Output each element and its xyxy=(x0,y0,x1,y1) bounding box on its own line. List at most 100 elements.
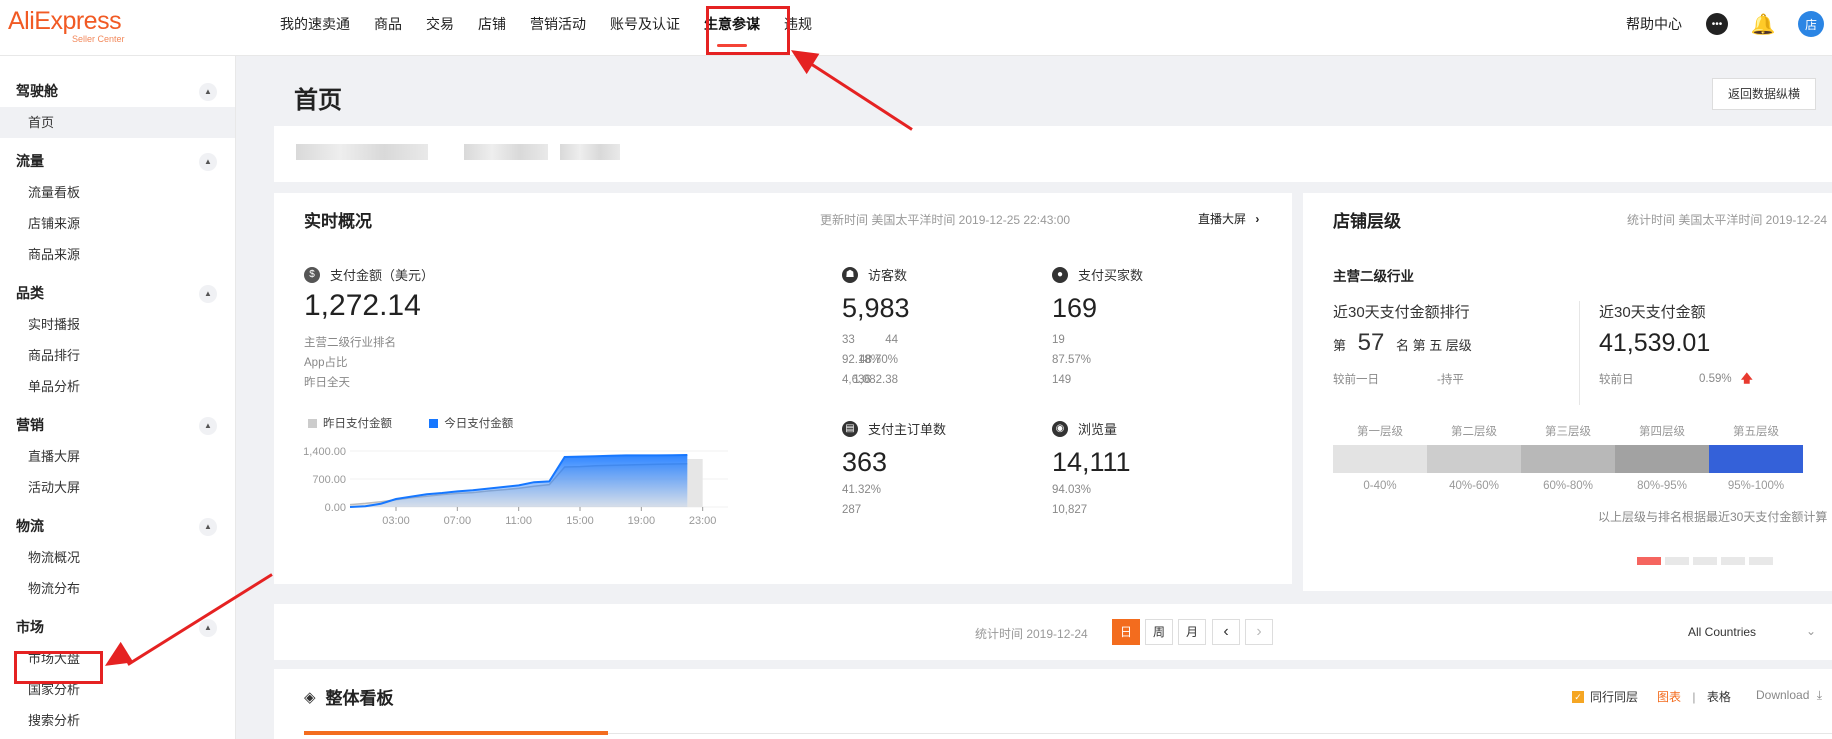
sidebar-group-category[interactable]: 品类 ▲ xyxy=(0,278,235,309)
period-week-button[interactable]: 周 xyxy=(1145,619,1173,645)
chat-icon[interactable]: ••• xyxy=(1706,13,1728,35)
annotation-highlight-sidebar xyxy=(14,651,103,684)
view-table-tab[interactable]: 表格 xyxy=(1707,690,1731,704)
download-icon: ⤓ xyxy=(1816,688,1823,702)
nav-item-account[interactable]: 账号及认证 xyxy=(598,0,692,56)
visitors-value: 5,983 xyxy=(842,293,910,323)
industry-label: 主营二级行业 xyxy=(1333,269,1414,284)
collapse-icon[interactable]: ▲ xyxy=(199,619,217,637)
peer-checkbox-label: 同行同层 xyxy=(1590,690,1639,704)
visitors-label: ☗ 访客数 xyxy=(842,265,907,284)
nav-item-marketing[interactable]: 营销活动 xyxy=(518,0,598,56)
realtime-overview-card: 实时概况 更新时间 美国太平洋时间 2019-12-25 22:43:00 直播… xyxy=(274,193,1292,584)
sidebar-group-logistics[interactable]: 物流 ▲ xyxy=(0,511,235,542)
page-views-label: ◉ 浏览量 xyxy=(1052,419,1117,438)
buyers-value: 169 xyxy=(1052,293,1098,323)
sidebar: 驾驶舱 ▲ 首页 流量 ▲ 流量看板 店铺来源 商品来源 品类 ▲ 实时播报 商品排行… xyxy=(0,56,236,739)
rank-prefix: 第 xyxy=(1333,338,1347,353)
bell-icon[interactable]: 🔔 xyxy=(1751,13,1776,36)
sidebar-group-marketing[interactable]: 营销 ▲ xyxy=(0,410,235,441)
payment-row-key: 昨日全天 xyxy=(304,377,350,389)
sidebar-item-product-rank[interactable]: 商品排行 xyxy=(0,340,235,371)
nav-item-orders[interactable]: 交易 xyxy=(414,0,466,56)
sidebar-group-label: 品类 xyxy=(16,285,44,301)
level-range: 0-40% xyxy=(1363,480,1397,492)
back-to-data-button[interactable]: 返回数据纵横 xyxy=(1712,78,1816,110)
shop-level-stat-time: 统计时间 美国太平洋时间 2019-12-24 xyxy=(1627,213,1828,227)
overall-board-title: 整体看板 xyxy=(325,689,394,708)
shop-level-card: 店铺层级 统计时间 美国太平洋时间 2019-12-24 主营二级行业 近30天… xyxy=(1303,193,1832,591)
payment-row-key: App占比 xyxy=(304,357,348,369)
rank-line: 第 57 名 第 五 层级 xyxy=(1333,329,1472,357)
sidebar-item-product-source[interactable]: 商品来源 xyxy=(0,239,235,270)
nav-item-my-aliexpress[interactable]: 我的速卖通 xyxy=(268,0,362,56)
top-bar: AliExpress Seller Center 我的速卖通 商品 交易 店铺 … xyxy=(0,0,1832,56)
prev-period-button[interactable]: ‹ xyxy=(1212,619,1240,645)
country-select-value: All Countries xyxy=(1688,625,1757,639)
rank-compare-label: 较前一日 xyxy=(1333,374,1379,386)
sidebar-group-label: 营销 xyxy=(16,417,44,433)
level-range: 95%-100% xyxy=(1727,480,1785,492)
carousel-dot[interactable] xyxy=(1721,557,1745,565)
peer-checkbox[interactable]: ✓ 同行同层 xyxy=(1572,688,1638,705)
country-select[interactable]: All Countries ⌄ xyxy=(1688,624,1816,639)
store-avatar-icon[interactable]: 店 xyxy=(1798,11,1824,37)
collapse-icon[interactable]: ▲ xyxy=(199,518,217,536)
download-button[interactable]: Download ⤓ xyxy=(1756,688,1822,703)
level-note: 以上层级与排名根据最近30天支付金额计算 xyxy=(1598,510,1828,524)
payment-amount-label-text: 支付金额（美元） xyxy=(330,268,435,283)
sidebar-item-logistics-overview[interactable]: 物流概况 xyxy=(0,542,235,573)
carousel-dot[interactable] xyxy=(1637,557,1661,565)
filter-stat-time: 统计时间 2019-12-24 xyxy=(975,627,1088,641)
x-tick-label: 11:00 xyxy=(505,515,532,527)
update-time: 更新时间 美国太平洋时间 2019-12-25 22:43:00 xyxy=(820,213,1071,227)
legend-label-today: 今日支付金额 xyxy=(444,418,514,430)
next-period-button[interactable]: › xyxy=(1245,619,1273,645)
carousel-dot[interactable] xyxy=(1693,557,1717,565)
logo-subtitle: Seller Center xyxy=(72,34,125,44)
footprint-icon: ☗ xyxy=(842,266,858,283)
period-month-button[interactable]: 月 xyxy=(1178,619,1206,645)
divider xyxy=(1579,301,1580,405)
sidebar-group-traffic[interactable]: 流量 ▲ xyxy=(0,146,235,177)
level-name: 第四层级 xyxy=(1639,426,1685,438)
x-tick-label: 23:00 xyxy=(689,515,717,527)
carousel-dot[interactable] xyxy=(1749,557,1773,565)
collapse-icon[interactable]: ▲ xyxy=(199,417,217,435)
pay-title: 近30天支付金额 xyxy=(1599,304,1706,321)
sidebar-item-realtime[interactable]: 实时播报 xyxy=(0,309,235,340)
sidebar-item-campaign-screen[interactable]: 活动大屏 xyxy=(0,472,235,503)
view-chart-tab[interactable]: 图表 xyxy=(1657,690,1681,704)
sidebar-item-store-source[interactable]: 店铺来源 xyxy=(0,208,235,239)
sidebar-group-label: 驾驶舱 xyxy=(16,83,58,99)
collapse-icon[interactable]: ▲ xyxy=(199,285,217,303)
realtime-title: 实时概况 xyxy=(304,212,372,231)
nav-item-store[interactable]: 店铺 xyxy=(466,0,518,56)
buyers-label: ● 支付买家数 xyxy=(1052,265,1143,284)
x-tick-label: 19:00 xyxy=(628,515,656,527)
aliexpress-logo[interactable]: AliExpress Seller Center xyxy=(8,6,125,44)
period-day-button[interactable]: 日 xyxy=(1112,619,1140,645)
sidebar-item-search-analysis[interactable]: 搜索分析 xyxy=(0,705,235,736)
sidebar-item-live-screen[interactable]: 直播大屏 xyxy=(0,441,235,472)
sidebar-item-logistics-distribution[interactable]: 物流分布 xyxy=(0,573,235,604)
help-center-link[interactable]: 帮助中心 xyxy=(1626,14,1682,34)
sidebar-group-label: 市场 xyxy=(16,619,44,635)
sidebar-group-cockpit[interactable]: 驾驶舱 ▲ xyxy=(0,76,235,107)
live-screen-link[interactable]: 直播大屏 › xyxy=(1198,210,1259,227)
page-views-label-text: 浏览量 xyxy=(1078,422,1118,437)
nav-item-products[interactable]: 商品 xyxy=(362,0,414,56)
live-screen-link-label: 直播大屏 xyxy=(1198,212,1247,226)
sidebar-item-item-analysis[interactable]: 单品分析 xyxy=(0,371,235,402)
carousel-dot[interactable] xyxy=(1665,557,1689,565)
orders-row: 41.32% xyxy=(842,484,882,496)
sidebar-item-traffic-board[interactable]: 流量看板 xyxy=(0,177,235,208)
payment-amount-label: $ 支付金额（美元） xyxy=(304,265,434,284)
orders-label: ▤ 支付主订单数 xyxy=(842,419,946,438)
dollar-icon: $ xyxy=(304,266,320,283)
legend-swatch-today xyxy=(429,419,439,429)
collapse-icon[interactable]: ▲ xyxy=(199,83,217,101)
sidebar-item-home[interactable]: 首页 xyxy=(0,107,235,138)
collapse-icon[interactable]: ▲ xyxy=(199,153,217,171)
level-name: 第二层级 xyxy=(1451,426,1497,438)
